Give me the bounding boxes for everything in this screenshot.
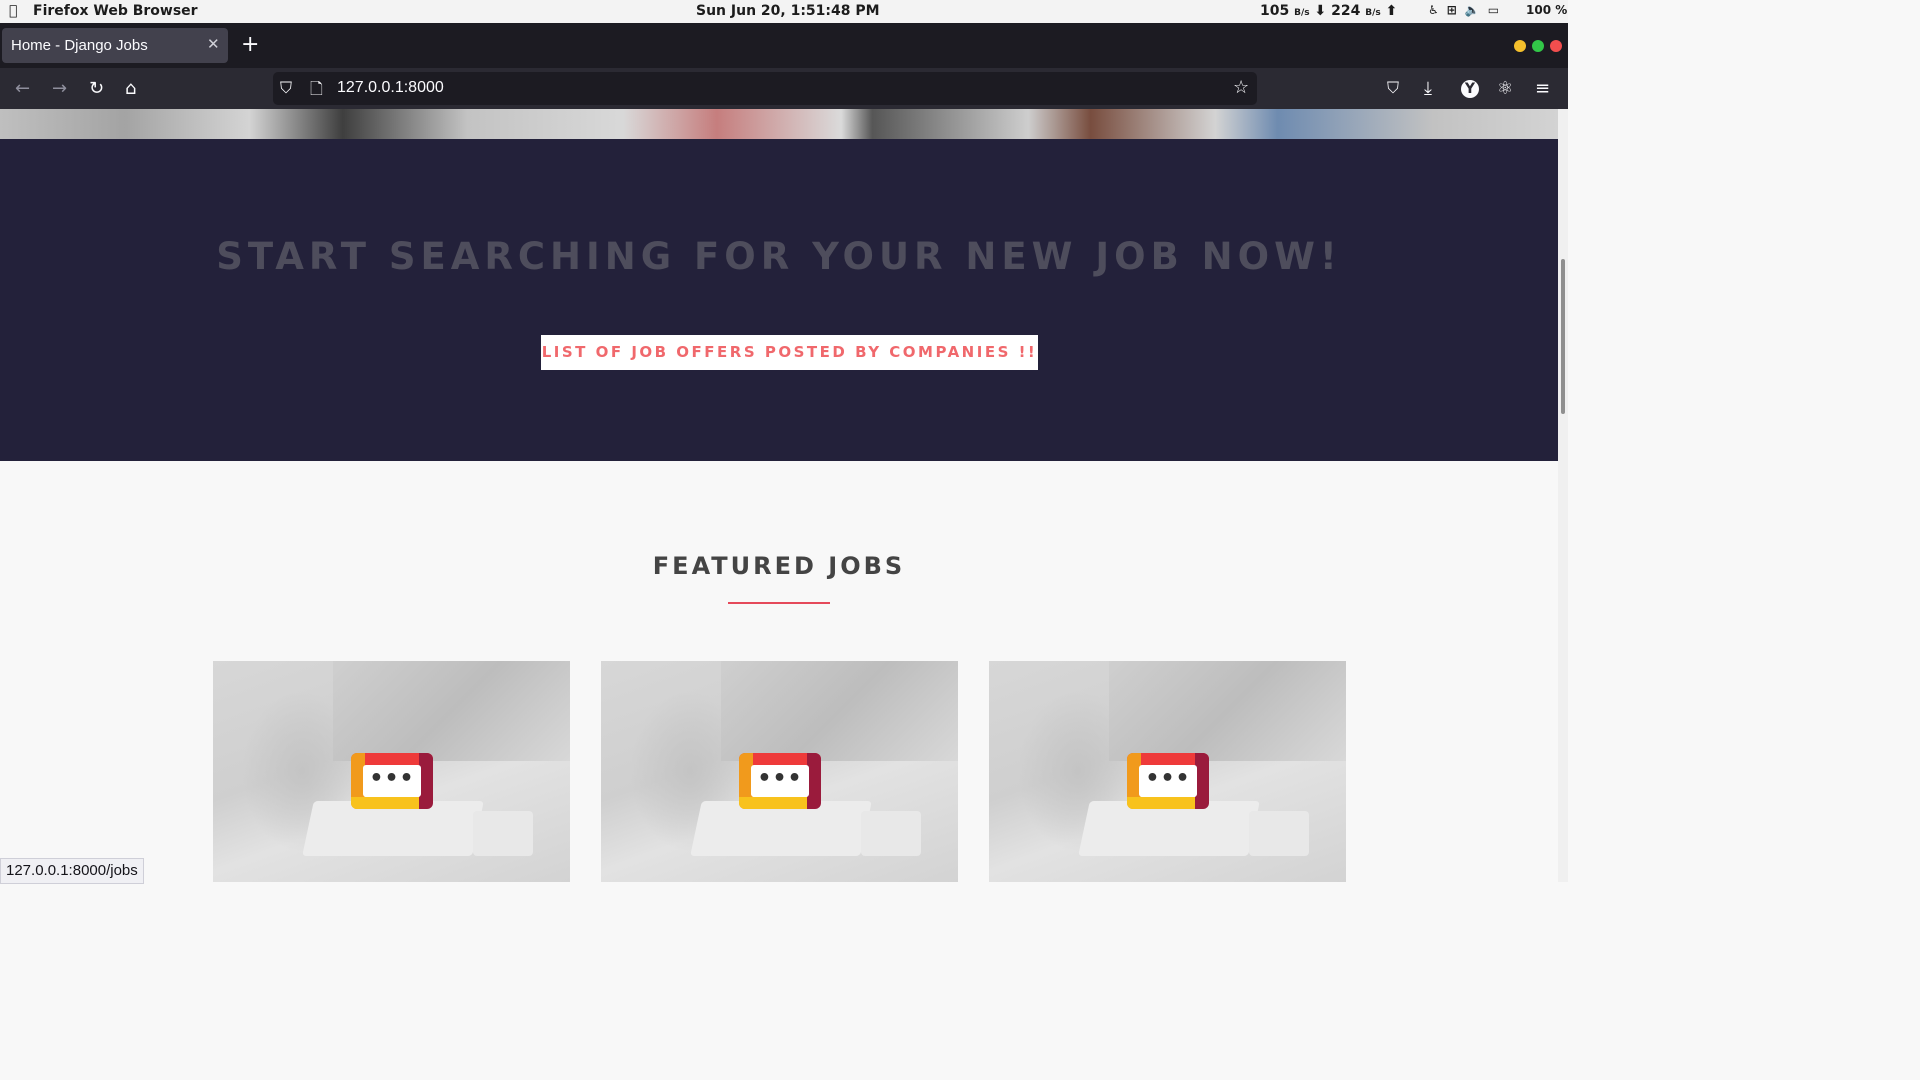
keyboard-image [302, 801, 484, 856]
net-up-value: 105 [1260, 3, 1290, 19]
window-controls [1514, 40, 1562, 52]
heading-underline [728, 602, 830, 604]
job-card[interactable]: ••• [601, 661, 958, 882]
battery-icon[interactable]: ▭ [1488, 3, 1499, 17]
logo-dots: ••• [1139, 765, 1197, 797]
scrollbar-thumb[interactable] [1561, 259, 1565, 414]
chat-logo-icon: ••• [351, 753, 433, 809]
battery-percent[interactable]: 100 % [1526, 3, 1567, 17]
close-window-button[interactable] [1550, 40, 1562, 52]
reload-icon[interactable]: ↻ [89, 78, 104, 99]
active-app-name[interactable]: Firefox Web Browser [33, 3, 198, 19]
navigation-toolbar: ← → ↻ ⌂ ⛉ 🗋 127.0.0.1:8000 ☆ ⛉ ⤓ Y ⚛ ≡ [0, 68, 1568, 109]
maximize-button[interactable] [1532, 40, 1544, 52]
arrow-down-icon: ⬇ [1314, 3, 1327, 19]
new-tab-icon[interactable]: + [241, 32, 259, 57]
page-icon[interactable]: 🗋 [310, 78, 323, 105]
home-icon[interactable]: ⌂ [125, 78, 136, 99]
back-arrow-icon[interactable]: ← [15, 78, 30, 99]
tab-strip: Home - Django Jobs ✕ + [0, 23, 1568, 68]
os-menu-bar:  Firefox Web Browser Sun Jun 20, 1:51:4… [0, 0, 1568, 23]
trackpad-image [861, 811, 921, 856]
shield-icon[interactable]: ⛉ [280, 78, 292, 98]
hero-image-strip [0, 109, 1558, 139]
keyboard-image [1078, 801, 1260, 856]
minimize-button[interactable] [1514, 40, 1526, 52]
extension-icon[interactable]: ⚛ [1497, 78, 1513, 99]
search-banner: START SEARCHING FOR YOUR NEW JOB NOW! LI… [0, 139, 1558, 461]
net-down-unit: B/s [1365, 8, 1381, 18]
net-up-unit: B/s [1294, 8, 1310, 18]
download-icon[interactable]: ⤓ [1424, 78, 1432, 99]
link-status-url: 127.0.0.1:8000/jobs [0, 858, 144, 884]
clock[interactable]: Sun Jun 20, 1:51:48 PM [696, 3, 880, 19]
accessibility-icon[interactable]: ♿ [1428, 3, 1439, 17]
system-tray: ♿ ⊞ 🔈 ▭ [1428, 3, 1499, 17]
net-down-value: 224 [1331, 3, 1361, 19]
trackpad-image [473, 811, 533, 856]
url-text[interactable]: 127.0.0.1:8000 [337, 79, 444, 97]
forward-arrow-icon[interactable]: → [52, 78, 67, 99]
tab-home[interactable]: Home - Django Jobs ✕ [2, 28, 228, 63]
close-tab-icon[interactable]: ✕ [207, 35, 220, 53]
logo-dots: ••• [363, 765, 421, 797]
job-offers-button[interactable]: LIST OF JOB OFFERS POSTED BY COMPANIES !… [541, 335, 1038, 370]
job-card[interactable]: ••• [213, 661, 570, 882]
monitor-image [333, 661, 570, 761]
pocket-icon[interactable]: ⛉ [1387, 78, 1399, 98]
bookmark-star-icon[interactable]: ☆ [1233, 77, 1249, 98]
monitor-image [721, 661, 958, 761]
arrow-up-icon: ⬆ [1385, 3, 1398, 19]
network-speed: 105 B/s ⬇ 224 B/s ⬆ [1260, 3, 1397, 19]
trackpad-image [1249, 811, 1309, 856]
chat-logo-icon: ••• [1127, 753, 1209, 809]
account-icon[interactable]: Y [1461, 80, 1479, 98]
apple-icon[interactable]:  [9, 3, 17, 19]
logo-dots: ••• [751, 765, 809, 797]
chat-logo-icon: ••• [739, 753, 821, 809]
banner-heading: START SEARCHING FOR YOUR NEW JOB NOW! [216, 235, 1342, 278]
monitor-image [1109, 661, 1346, 761]
featured-jobs-heading: FEATURED JOBS [652, 552, 906, 580]
network-icon[interactable]: ⊞ [1447, 3, 1457, 17]
volume-icon[interactable]: 🔈 [1465, 3, 1480, 17]
url-bar[interactable]: ⛉ 🗋 127.0.0.1:8000 ☆ [273, 72, 1257, 105]
page-scrollbar[interactable] [1558, 109, 1568, 882]
menu-icon[interactable]: ≡ [1535, 78, 1550, 99]
job-card[interactable]: ••• [989, 661, 1346, 882]
keyboard-image [690, 801, 872, 856]
tab-title: Home - Django Jobs [11, 37, 148, 54]
